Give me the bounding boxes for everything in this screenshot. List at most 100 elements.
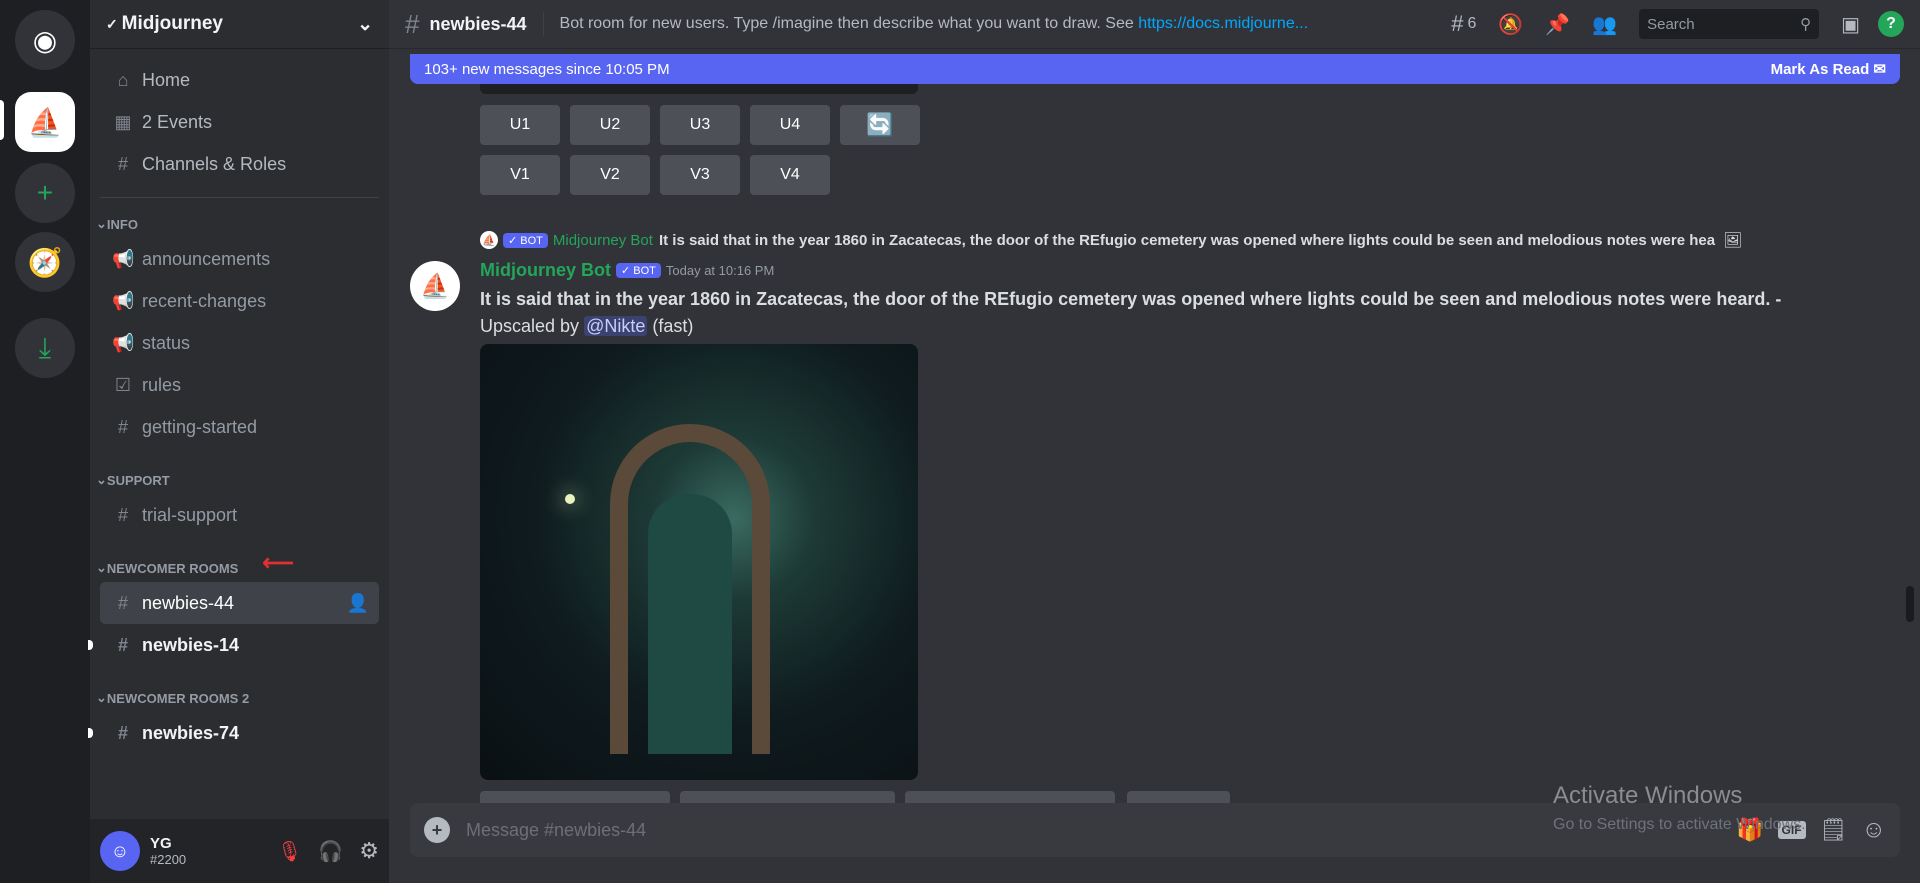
channel-label: announcements — [142, 248, 271, 269]
channel-sidebar: ✓ Midjourney ⌄ ⌂ Home ▦ 2 Events # Channels … — [88, 0, 389, 883]
bot-badge: ✓ BOT — [616, 263, 661, 278]
chevron-down-icon: ⌄ — [357, 13, 373, 35]
channel-label: newbies-74 — [142, 722, 240, 743]
user-mention[interactable]: @Nikte — [584, 316, 648, 336]
thread-hash-icon: # — [117, 634, 128, 655]
reply-preview[interactable]: ⛵ ✓ BOT Midjourney Bot It is said that i… — [480, 231, 1860, 249]
channel-getting-started[interactable]: # getting-started — [100, 406, 379, 448]
message: Midjourney Bot ✓ BOT Today at 10:16 PM It … — [480, 260, 1860, 337]
mark-as-read-label: Mark As Read — [1770, 61, 1870, 78]
sticker-icon[interactable]: 🗒 — [1820, 817, 1848, 843]
message-content: It is said that in the year 1860 in Zaca… — [480, 289, 1782, 309]
banner-text: 103+ new messages since 10:05 PM — [424, 60, 670, 78]
discord-home-icon[interactable]: ◉ — [15, 10, 75, 70]
channel-label: recent-changes — [142, 290, 267, 311]
message-input[interactable]: Message #newbies-44 — [466, 820, 1736, 841]
category-newcomer-rooms[interactable]: ⌄ NEWCOMER ROOMS ⟵ — [90, 536, 389, 582]
variation-button-v2[interactable]: V2 — [570, 155, 650, 195]
channel-label: newbies-44 — [142, 592, 235, 613]
scrollbar[interactable] — [1906, 586, 1914, 622]
category-support[interactable]: ⌄ SUPPORT — [90, 448, 389, 494]
channel-header: # newbies-44 Bot room for new users. Typ… — [389, 0, 1920, 49]
upscale-button-u3[interactable]: U3 — [660, 105, 740, 145]
image-icon: 🖼 — [1723, 232, 1743, 249]
channel-newbies-74[interactable]: # newbies-74 — [88, 712, 379, 754]
search-icon: ⚲ — [1800, 16, 1812, 33]
home-icon: ⌂ — [117, 69, 129, 90]
server-name: Midjourney — [121, 13, 223, 34]
add-attachment-icon[interactable]: + — [424, 817, 450, 843]
generated-image[interactable] — [480, 344, 918, 780]
bot-badge: ✓ BOT — [503, 232, 548, 248]
server-rail: ◉ ⛵ + 🧭 ⤓ — [0, 0, 90, 883]
nav-home[interactable]: ⌂ Home — [90, 59, 389, 101]
upscale-button-u1[interactable]: U1 — [480, 105, 560, 145]
thread-hash-icon: # — [117, 504, 128, 525]
channel-recent-changes[interactable]: 📢 recent-changes — [100, 280, 379, 322]
search-input[interactable]: Search ⚲ — [1639, 9, 1820, 39]
variation-button-v1[interactable]: V1 — [480, 155, 560, 195]
megaphone-icon: 📢 — [112, 248, 135, 269]
upscale-button-u4[interactable]: U4 — [750, 105, 830, 145]
threads-icon[interactable]: # — [1451, 11, 1463, 37]
windows-watermark: Activate Windows Go to Settings to activ… — [1553, 782, 1806, 834]
nav-label: 2 Events — [142, 111, 213, 132]
headphones-icon[interactable]: 🎧 — [318, 839, 343, 864]
channel-title: newbies-44 — [429, 13, 527, 34]
new-messages-banner[interactable]: 103+ new messages since 10:05 PM Mark As … — [410, 54, 1900, 84]
reroll-button[interactable]: 🔄 — [840, 105, 920, 145]
variation-button-v3[interactable]: V3 — [660, 155, 740, 195]
nav-events[interactable]: ▦ 2 Events — [90, 101, 389, 143]
channel-topic[interactable]: Bot room for new users. Type /imagine th… — [560, 15, 1309, 33]
gate-door — [648, 494, 732, 754]
upscaled-label: Upscaled by — [480, 316, 585, 336]
download-icon[interactable]: ⤓ — [15, 318, 75, 378]
hash-icon: # — [117, 416, 128, 437]
category-label: NEWCOMER ROOMS — [106, 561, 239, 576]
channel-newbies-44[interactable]: # newbies-44 👤 — [100, 582, 379, 624]
megaphone-icon: 📢 — [112, 332, 135, 353]
category-label: NEWCOMER ROOMS 2 — [106, 691, 250, 706]
message-timestamp: Today at 10:16 PM — [665, 263, 775, 278]
variation-button-v4[interactable]: V4 — [750, 155, 830, 195]
channel-announcements[interactable]: 📢 announcements — [100, 238, 379, 280]
channels-roles-icon: # — [117, 153, 128, 174]
calendar-icon: ▦ — [114, 111, 132, 132]
nav-label: Channels & Roles — [142, 153, 287, 174]
topic-link[interactable]: https://docs.midjourne... — [1138, 15, 1308, 32]
channel-rules[interactable]: ☑ rules — [100, 364, 379, 406]
bot-avatar[interactable]: ⛵ — [410, 261, 460, 311]
server-header[interactable]: ✓ Midjourney ⌄ — [90, 0, 389, 49]
upscale-button-u2[interactable]: U2 — [570, 105, 650, 145]
category-info[interactable]: ⌄ INFO — [90, 202, 389, 238]
category-newcomer-rooms-2[interactable]: ⌄ NEWCOMER ROOMS 2 — [90, 666, 389, 712]
channel-status[interactable]: 📢 status — [100, 322, 379, 364]
mark-as-read-button[interactable]: Mark As Read ✉ — [1771, 60, 1886, 78]
pin-icon[interactable]: 📌 — [1545, 12, 1570, 37]
user-panel: ☺ YG #2200 🎙 🎧 ⚙ — [90, 819, 389, 883]
inbox-icon[interactable]: ▣ — [1841, 12, 1860, 37]
members-icon[interactable]: 👥 — [1592, 12, 1617, 37]
search-placeholder: Search — [1647, 15, 1695, 33]
nav-label: Home — [142, 69, 191, 90]
nav-channels-roles[interactable]: # Channels & Roles — [90, 143, 389, 185]
help-icon[interactable]: ? — [1878, 11, 1904, 37]
message-author[interactable]: Midjourney Bot — [480, 260, 611, 281]
add-server-icon[interactable]: + — [15, 163, 75, 223]
previous-image-edge — [480, 84, 918, 94]
invite-icon[interactable]: 👤 — [347, 593, 369, 614]
channel-newbies-14[interactable]: # newbies-14 — [88, 624, 379, 666]
emoji-icon[interactable]: ☺ — [1861, 816, 1886, 844]
mute-mic-icon[interactable]: 🎙 — [277, 839, 302, 864]
midjourney-server-icon[interactable]: ⛵ — [15, 92, 75, 152]
thread-hash-icon: # — [117, 722, 128, 743]
explore-icon[interactable]: 🧭 — [15, 232, 75, 292]
channel-label: rules — [142, 374, 182, 395]
watermark-line2: Go to Settings to activate Windows. — [1553, 816, 1806, 833]
gear-icon[interactable]: ⚙ — [359, 838, 379, 864]
avatar[interactable]: ☺ — [100, 831, 140, 871]
notification-muted-icon[interactable]: 🔕 — [1498, 12, 1523, 37]
red-arrow-annotation: ⟵ — [262, 550, 294, 575]
user-tag: #2200 — [150, 852, 187, 867]
channel-trial-support[interactable]: # trial-support — [100, 494, 379, 536]
